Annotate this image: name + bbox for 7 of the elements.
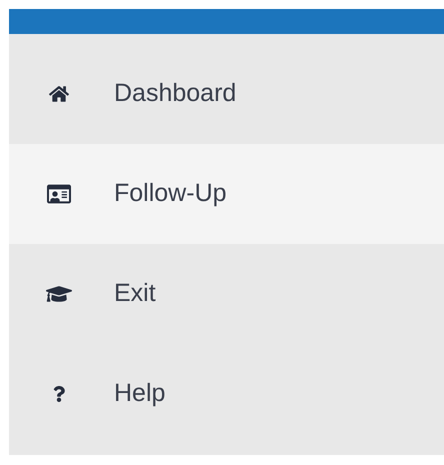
menu-item[interactable]: Follow-Up — [9, 144, 444, 244]
question-mark-icon — [51, 386, 67, 402]
home-icon — [49, 84, 69, 104]
menu-item[interactable]: Help — [9, 344, 444, 444]
id-card-icon — [47, 182, 71, 206]
menu-item[interactable]: Exit — [9, 244, 444, 344]
menu-item[interactable]: Dashboard — [9, 44, 444, 144]
